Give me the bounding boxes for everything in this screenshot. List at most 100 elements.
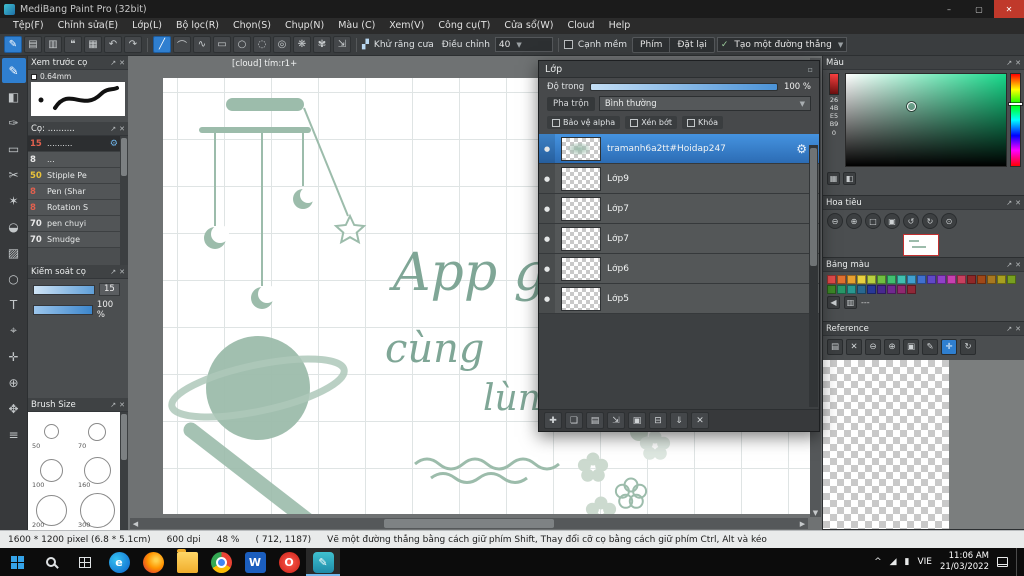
popout-icon[interactable]: ↗ [1006,325,1012,333]
close-reference-icon[interactable]: ✕ [846,339,862,355]
rosette-tool[interactable]: ❋ [293,36,311,53]
scrollbar-thumb[interactable] [383,519,555,528]
close-icon[interactable]: ✕ [1015,199,1021,207]
edge-icon[interactable]: e [102,548,136,576]
menu-item[interactable]: Chụp(N) [278,18,331,34]
open-reference-icon[interactable]: ▤ [827,339,843,355]
brush-opacity-slider[interactable] [33,305,93,315]
lasso-tool[interactable]: ✂ [2,162,26,187]
divide-tool[interactable]: ≡ [2,422,26,447]
color-sliders-icon[interactable]: ◧ [843,172,856,185]
layer-row[interactable]: ● Lớp7 ⚙ [539,224,819,254]
firefox-icon[interactable] [136,548,170,576]
explorer-icon[interactable] [170,548,204,576]
menu-item[interactable]: Màu (C) [331,18,382,34]
scroll-left-icon[interactable]: ◀ [130,520,141,528]
palette-swatch[interactable] [937,275,946,284]
layer-visibility-icon[interactable]: ● [539,194,555,223]
ref-zoom-out-icon[interactable]: ⊖ [865,339,881,355]
new-canvas-icon[interactable]: ✎ [4,36,22,53]
close-icon[interactable]: ✕ [119,59,125,67]
brush-list-item[interactable]: 8 Pen (Shar ⚙ [28,184,120,200]
zoom-out-icon[interactable]: ⊖ [827,213,843,229]
menu-item[interactable]: Công cụ(T) [431,18,497,34]
brush-size-preset[interactable]: 70 [74,412,120,451]
menu-item[interactable]: Cửa sổ(W) [497,18,560,34]
brush-list-item[interactable]: 70 pen chuyi ⚙ [28,216,120,232]
palette-swatch[interactable] [827,275,836,284]
straight-line-tool[interactable]: ╱ [153,36,171,53]
show-desktop-button[interactable] [1016,548,1020,576]
palette-swatch[interactable] [887,275,896,284]
palette-swatch[interactable] [877,275,886,284]
text-tool[interactable]: T [2,292,26,317]
document-tab[interactable]: [cloud] tím:r1+ [232,59,297,69]
hand-tool[interactable]: ✥ [2,396,26,421]
opera-icon[interactable]: O [272,548,306,576]
chevron-up-icon[interactable]: ^ [874,557,882,567]
menu-item[interactable]: Cloud [560,18,601,34]
brush-size-preset[interactable]: 200 [28,491,74,530]
popout-icon[interactable]: ↗ [1006,261,1012,269]
polyline-tool[interactable]: ∿ [193,36,211,53]
ref-hand-icon[interactable]: ✛ [941,339,957,355]
palette-swatch[interactable] [847,285,856,294]
duplicate-layer-icon[interactable]: ❏ [565,412,583,429]
layer-row[interactable]: ● Lớp9 ⚙ [539,164,819,194]
popout-icon[interactable]: ↗ [1006,199,1012,207]
canvas-horizontal-scrollbar[interactable]: ◀ ▶ [130,518,808,529]
palette-swatch[interactable] [947,275,956,284]
palette-swatch[interactable] [837,285,846,294]
undo-icon[interactable]: ↶ [104,36,122,53]
ellipse-tool[interactable]: ○ [233,36,251,53]
palette-prev-icon[interactable]: ◀ [827,296,840,309]
close-icon[interactable]: ✕ [1015,325,1021,333]
close-button[interactable]: ✕ [994,0,1024,18]
add-layer-icon[interactable]: ✚ [544,412,562,429]
rotate-left-icon[interactable]: ↺ [903,213,919,229]
rotate-right-icon[interactable]: ↻ [922,213,938,229]
palette-swatch[interactable] [997,275,1006,284]
shape-tool[interactable]: ○ [2,266,26,291]
layer-option-checkbox[interactable]: Bảo vệ alpha [547,116,621,129]
expand-tool[interactable]: ⇲ [333,36,351,53]
palette-swatch[interactable] [897,285,906,294]
palette-swatch[interactable] [1007,275,1016,284]
language-indicator[interactable]: VIE [918,557,933,567]
blend-mode-dropdown[interactable]: Bình thường ▼ [598,96,811,111]
ref-rotate-icon[interactable]: ↻ [960,339,976,355]
ref-zoom-in-icon[interactable]: ⊕ [884,339,900,355]
palette-swatch[interactable] [857,285,866,294]
spiral-tool[interactable]: ◎ [273,36,291,53]
word-icon[interactable]: W [238,548,272,576]
battery-icon[interactable]: ▮ [905,557,910,567]
palette-swatch[interactable] [847,275,856,284]
comment-icon[interactable]: ❝ [64,36,82,53]
menu-item[interactable]: Lớp(L) [125,18,169,34]
brush-list-item[interactable]: 8 Rotation S ⚙ [28,200,120,216]
network-icon[interactable]: ◢ [890,557,897,567]
brush-settings-icon[interactable]: ⚙ [110,139,118,149]
red-slider[interactable] [829,73,839,95]
ref-fit-icon[interactable]: ▣ [903,339,919,355]
layer-settings-icon[interactable]: ⚙ [796,142,807,156]
palette-swatch[interactable] [837,275,846,284]
layer-visibility-icon[interactable]: ● [539,224,555,253]
layer-row[interactable]: ● Lớp5 ⚙ [539,284,819,314]
layer-opacity-slider[interactable] [590,83,778,91]
close-icon[interactable]: ✕ [119,401,125,409]
curve-tool[interactable]: ⌒ [173,36,191,53]
layer-material-icon[interactable]: ▤ [586,412,604,429]
save-icon[interactable]: ▤ [24,36,42,53]
brush-list-scrollbar[interactable] [120,136,128,265]
close-icon[interactable]: ✕ [119,125,125,133]
layer-visibility-icon[interactable]: ● [539,164,555,193]
palette-swatch[interactable] [957,275,966,284]
select-tool[interactable]: ▭ [2,136,26,161]
key-button[interactable]: Phím [633,38,669,52]
reference-viewport[interactable] [823,360,1024,529]
soft-edge-checkbox[interactable] [563,40,573,49]
reset-view-icon[interactable]: ⊙ [941,213,957,229]
magic-wand-tool[interactable]: ✶ [2,188,26,213]
palette-swatch[interactable] [917,275,926,284]
